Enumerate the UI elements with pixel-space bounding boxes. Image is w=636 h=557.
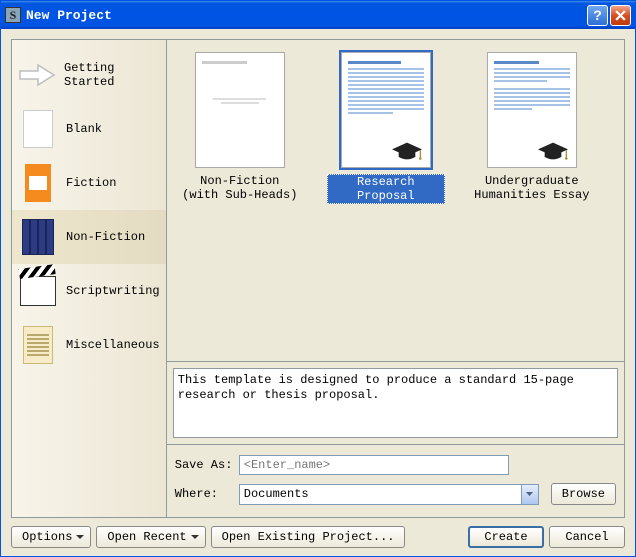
- window-title: New Project: [26, 8, 587, 23]
- sidebar-item-miscellaneous[interactable]: Miscellaneous: [12, 318, 166, 372]
- sidebar-item-label: Non-Fiction: [66, 230, 145, 244]
- template-research-proposal[interactable]: Research Proposal: [327, 52, 445, 204]
- save-area: Save As: Where: Documents Browse: [167, 444, 624, 517]
- new-project-window: S New Project ? Getting Started Blank: [0, 0, 636, 557]
- arrow-icon: [18, 55, 56, 95]
- template-grid: Non-Fiction (with Sub-Heads) Research Pr…: [167, 40, 624, 362]
- chevron-down-icon: [521, 485, 538, 504]
- sidebar-item-non-fiction[interactable]: Non-Fiction: [12, 210, 166, 264]
- blank-doc-icon: [18, 109, 58, 149]
- graduation-cap-icon: [390, 141, 424, 161]
- sidebar-item-fiction[interactable]: Fiction: [12, 156, 166, 210]
- client-area: Getting Started Blank Fiction Non-Fictio…: [1, 29, 635, 556]
- titlebar-buttons: ?: [587, 5, 631, 26]
- sidebar-item-label: Scriptwriting: [66, 284, 160, 298]
- misc-icon: [18, 325, 58, 365]
- sidebar-item-label: Miscellaneous: [66, 338, 160, 352]
- sidebar-item-label: Fiction: [66, 176, 116, 190]
- category-sidebar: Getting Started Blank Fiction Non-Fictio…: [12, 40, 167, 517]
- template-label: Research Proposal: [327, 174, 445, 204]
- options-button[interactable]: Options: [11, 526, 91, 548]
- close-icon: [615, 10, 626, 21]
- cancel-button[interactable]: Cancel: [549, 526, 625, 548]
- graduation-cap-icon: [536, 141, 570, 161]
- template-thumbnail: [487, 52, 577, 168]
- main-panel: Getting Started Blank Fiction Non-Fictio…: [11, 39, 625, 518]
- sidebar-item-getting-started[interactable]: Getting Started: [12, 48, 166, 102]
- browse-button[interactable]: Browse: [551, 483, 616, 505]
- sidebar-item-blank[interactable]: Blank: [12, 102, 166, 156]
- sidebar-item-label: Getting Started: [64, 61, 160, 89]
- template-thumbnail: [341, 52, 431, 168]
- clapperboard-icon: [18, 271, 58, 311]
- help-button[interactable]: ?: [587, 5, 608, 26]
- content-area: Non-Fiction (with Sub-Heads) Research Pr…: [167, 40, 624, 517]
- save-as-label: Save As:: [175, 458, 239, 472]
- open-recent-button[interactable]: Open Recent: [96, 526, 205, 548]
- template-label: Non-Fiction (with Sub-Heads): [181, 174, 299, 202]
- template-non-fiction-subheads[interactable]: Non-Fiction (with Sub-Heads): [181, 52, 299, 202]
- template-description: This template is designed to produce a s…: [173, 368, 618, 438]
- where-value: Documents: [244, 487, 521, 501]
- footer: Options Open Recent Open Existing Projec…: [11, 518, 625, 548]
- titlebar: S New Project ?: [1, 1, 635, 29]
- sidebar-item-scriptwriting[interactable]: Scriptwriting: [12, 264, 166, 318]
- fiction-icon: [18, 163, 58, 203]
- where-label: Where:: [175, 487, 239, 501]
- app-icon: S: [5, 7, 21, 23]
- close-button[interactable]: [610, 5, 631, 26]
- template-undergrad-essay[interactable]: Undergraduate Humanities Essay: [473, 52, 591, 202]
- where-combo[interactable]: Documents: [239, 484, 539, 505]
- template-thumbnail: [195, 52, 285, 168]
- books-icon: [18, 217, 58, 257]
- create-button[interactable]: Create: [468, 526, 544, 548]
- sidebar-item-label: Blank: [66, 122, 102, 136]
- template-label: Undergraduate Humanities Essay: [473, 174, 591, 202]
- save-as-input[interactable]: [239, 455, 509, 475]
- open-existing-button[interactable]: Open Existing Project...: [211, 526, 406, 548]
